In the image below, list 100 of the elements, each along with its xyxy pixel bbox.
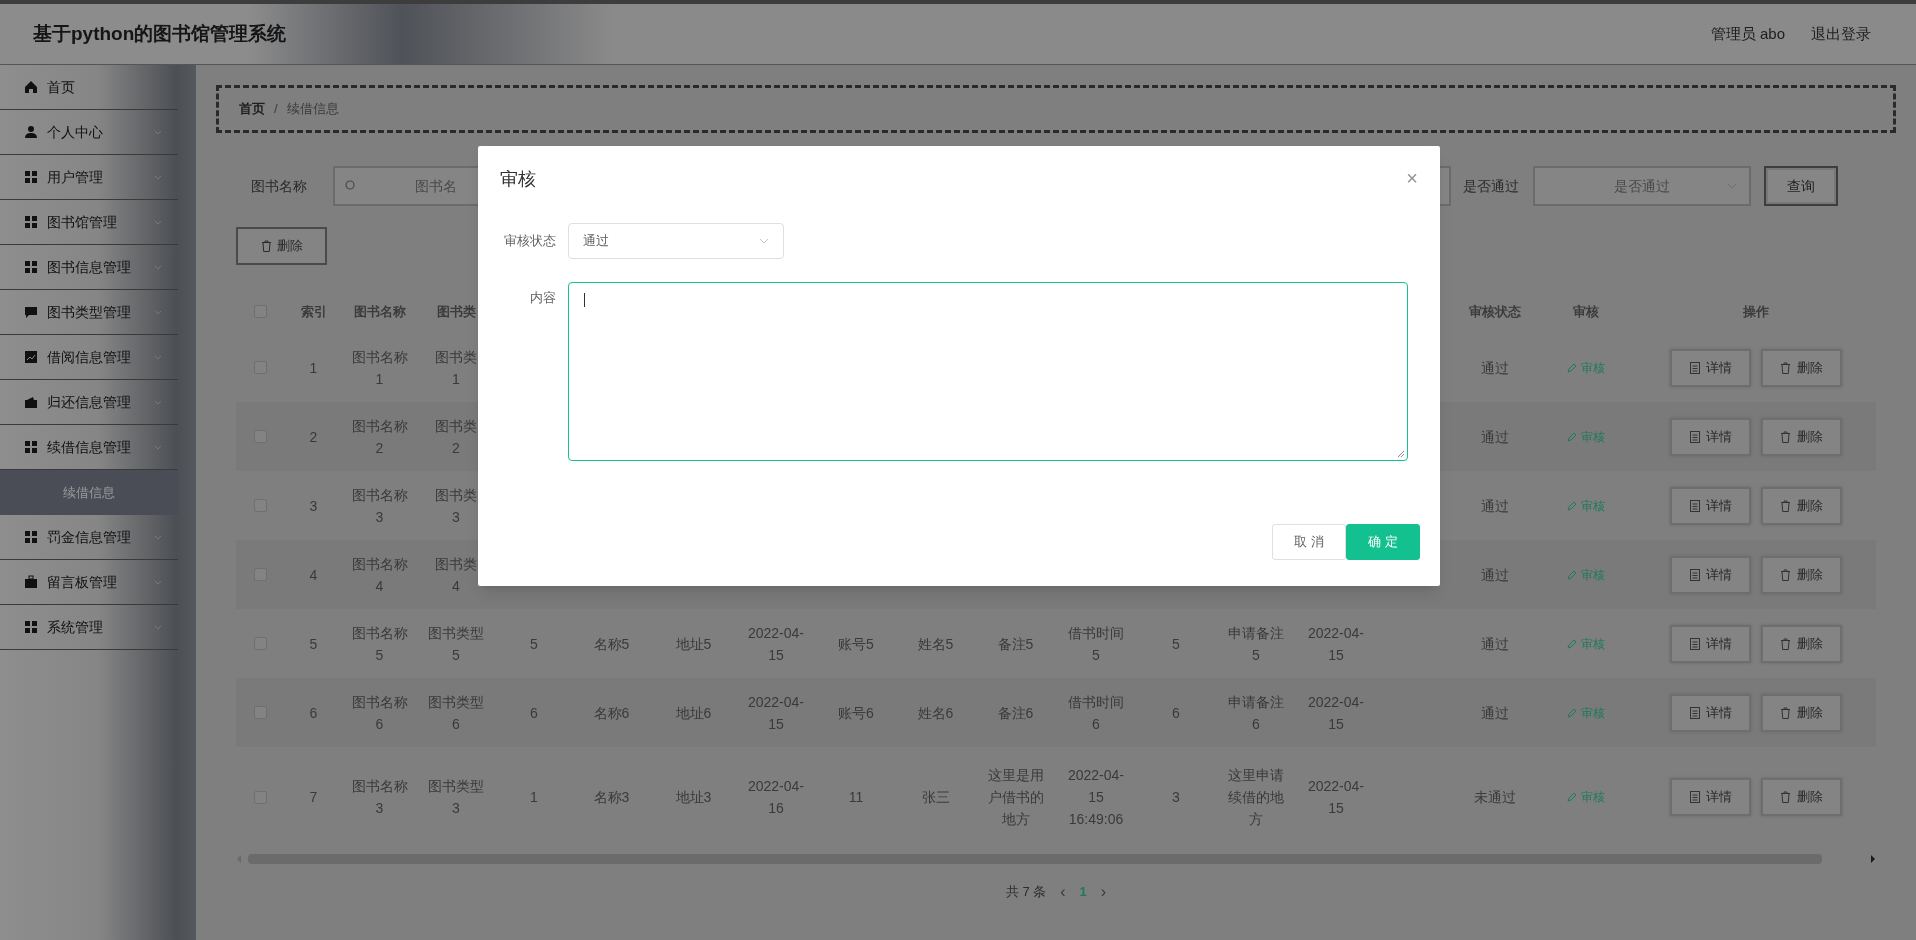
- table-cell-text: 2022-04-15: [1306, 623, 1365, 665]
- delete-button[interactable]: 删除: [1761, 624, 1842, 663]
- filter-label: 图书名称: [250, 176, 308, 196]
- sidebar-item[interactable]: 系统管理: [0, 605, 178, 650]
- chevron-down-icon: [759, 238, 769, 244]
- delete-button[interactable]: 删除: [1761, 555, 1842, 594]
- table-cell-text: 名称6: [593, 703, 630, 723]
- horizontal-scrollbar[interactable]: [236, 852, 1876, 866]
- sidebar-item[interactable]: 归还信息管理: [0, 380, 178, 425]
- table-cell-text: 图书名称3: [350, 777, 409, 818]
- search-icon: [345, 180, 357, 192]
- chevron-down-icon: [154, 624, 162, 630]
- table-cell-text: 5: [530, 634, 538, 654]
- confirm-button[interactable]: 确 定: [1346, 524, 1420, 560]
- details-button[interactable]: 详情: [1670, 624, 1751, 663]
- table-cell-text: 地址6: [675, 703, 712, 723]
- briefcase-icon: [24, 575, 38, 589]
- table-cell-text: 名称3: [593, 788, 630, 807]
- filter-label: 是否通过: [1463, 176, 1519, 196]
- trash-icon: [1780, 568, 1791, 581]
- pencil-icon: [1567, 638, 1577, 649]
- delete-button[interactable]: 删除: [1761, 778, 1842, 816]
- trash-icon: [1780, 430, 1791, 443]
- status-select[interactable]: 通过: [568, 223, 784, 259]
- table-cell-text: 2022-04-15: [1306, 692, 1365, 734]
- table-cell-text: 2022-04-16: [746, 777, 805, 818]
- table-cell-text: 4: [309, 565, 318, 585]
- details-button[interactable]: 详情: [1670, 486, 1751, 525]
- pencil-icon: [1567, 707, 1577, 718]
- delete-button[interactable]: 删除: [1761, 693, 1842, 732]
- query-button[interactable]: 查询: [1764, 166, 1838, 206]
- table-cell-text: 通过: [1481, 358, 1509, 378]
- document-icon: [1689, 568, 1700, 581]
- details-button[interactable]: 详情: [1670, 417, 1751, 456]
- next-page-button[interactable]: ›: [1100, 880, 1107, 904]
- logout-link[interactable]: 退出登录: [1811, 22, 1871, 46]
- delete-button[interactable]: 删除: [1761, 417, 1842, 456]
- sidebar-item[interactable]: 用户管理: [0, 155, 178, 200]
- delete-button[interactable]: 删除: [1761, 348, 1842, 387]
- trash-icon: [1780, 637, 1791, 650]
- table-cell-text: 这里申请续借的地方: [1227, 766, 1285, 829]
- sidebar-item[interactable]: 图书类型管理: [0, 290, 178, 335]
- sidebar-item[interactable]: 留言板管理: [0, 560, 178, 605]
- home-icon: [24, 80, 38, 94]
- grid-icon: [24, 440, 38, 454]
- breadcrumb-separator: /: [274, 100, 278, 119]
- table-cell-text: 地址5: [675, 634, 712, 654]
- delete-button[interactable]: 删除: [236, 227, 327, 265]
- table-cell-text: 未通过: [1474, 788, 1516, 807]
- details-button[interactable]: 详情: [1670, 778, 1751, 816]
- table-cell-text: 地址3: [675, 788, 712, 807]
- table-cell-text: 通过: [1481, 427, 1509, 447]
- trash-icon: [1780, 706, 1791, 719]
- details-button[interactable]: 详情: [1670, 555, 1751, 594]
- sidebar-item[interactable]: 罚金信息管理: [0, 515, 178, 560]
- grid-icon: [24, 170, 38, 184]
- cancel-button[interactable]: 取 消: [1272, 524, 1346, 560]
- table-cell-text: 借书时间6: [1067, 692, 1125, 734]
- table-cell-text: 图书名称3: [350, 485, 409, 527]
- chevron-down-icon: [154, 264, 162, 270]
- table-cell-text: 7: [309, 788, 318, 807]
- pencil-icon: [1567, 431, 1577, 442]
- table-cell-text: 申请备注6: [1227, 692, 1285, 734]
- trash-icon: [260, 240, 272, 252]
- table-cell-text: 5: [1172, 634, 1180, 654]
- table-cell-text: 5: [309, 634, 318, 654]
- details-button[interactable]: 详情: [1670, 693, 1751, 732]
- table-cell-text: 图书类 4: [435, 554, 477, 596]
- total-count: 共 7 条: [1005, 883, 1047, 902]
- sidebar-item[interactable]: 图书信息管理: [0, 245, 178, 290]
- sidebar-item[interactable]: 借阅信息管理: [0, 335, 178, 380]
- grid-icon: [24, 530, 38, 544]
- column-header: 审核状态: [1469, 303, 1521, 319]
- close-button[interactable]: ×: [1406, 168, 1418, 188]
- sidebar-item[interactable]: 首页: [0, 65, 178, 110]
- sidebar-item[interactable]: 个人中心: [0, 110, 178, 155]
- document-icon: [1689, 791, 1700, 803]
- column-header: 索引: [300, 303, 327, 319]
- table-cell-text: 2: [309, 427, 318, 447]
- table-cell-text: 账号6: [838, 703, 874, 723]
- column-header: 图书名称: [353, 303, 406, 319]
- prev-page-button[interactable]: ‹: [1060, 880, 1066, 904]
- sidebar-item[interactable]: 图书馆管理: [0, 200, 178, 245]
- table-cell-text: 图书类 1: [435, 347, 477, 389]
- table-cell-text: 借书时间5: [1067, 623, 1125, 665]
- resize-handle-icon[interactable]: [1397, 450, 1405, 458]
- column-header: 图书类: [436, 303, 476, 319]
- delete-button[interactable]: 删除: [1761, 486, 1842, 525]
- grid-icon: [24, 260, 38, 274]
- scroll-right-icon: [1870, 855, 1876, 863]
- breadcrumb-home[interactable]: 首页: [239, 99, 265, 119]
- column-header: 操作: [1743, 303, 1769, 319]
- submenu-item[interactable]: 续借信息: [0, 470, 178, 515]
- passed-select[interactable]: 是否通过: [1533, 166, 1751, 206]
- chevron-down-icon: [154, 399, 162, 405]
- chart-icon: [24, 350, 38, 364]
- table-cell-text: 备注5: [997, 634, 1034, 654]
- details-button[interactable]: 详情: [1670, 348, 1751, 387]
- table-cell-text: 2022-04-15 16:49:06: [1066, 766, 1125, 829]
- chevron-down-icon: [154, 219, 162, 225]
